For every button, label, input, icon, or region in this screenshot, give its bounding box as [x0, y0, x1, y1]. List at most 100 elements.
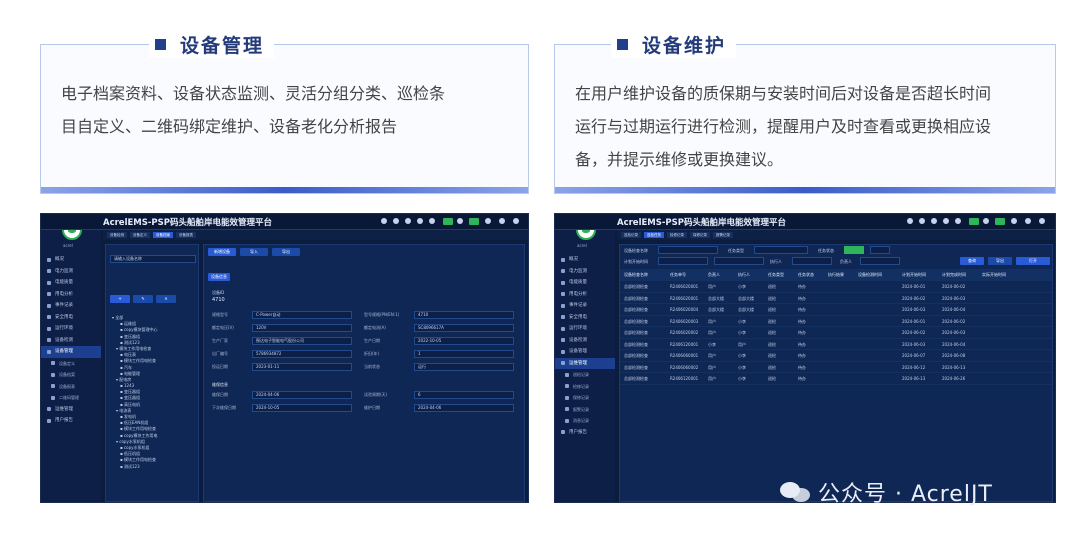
field-value[interactable]: SC8096617A: [414, 324, 514, 332]
avatar[interactable]: [1025, 218, 1031, 224]
sidebar-item[interactable]: 运行环境: [555, 323, 615, 335]
field-value[interactable]: 2023-01-11: [252, 363, 352, 371]
sidebar-item[interactable]: 电力监测: [555, 266, 615, 278]
sidebar-item[interactable]: 设备管理: [41, 346, 101, 358]
settings-icon[interactable]: [1039, 218, 1045, 224]
fullscreen-icon[interactable]: [919, 218, 925, 224]
search-input[interactable]: 请输入设备名称: [110, 255, 196, 263]
sidebar-item[interactable]: 事件记录: [555, 300, 615, 312]
sidebar-item[interactable]: 电能质量: [555, 277, 615, 289]
tab-item[interactable]: 报警记录: [713, 232, 733, 238]
field-value[interactable]: 2024-04-06: [414, 404, 514, 412]
sidebar-item[interactable]: 设备报表: [41, 381, 101, 393]
sidebar-item[interactable]: 设备定义: [41, 358, 101, 370]
edit-button[interactable]: ✎: [133, 295, 153, 303]
table-row[interactable]: 总部检测检查 R2406020004 总部大楼 总部大楼 巡检 待办 2024-06-03 2…: [620, 304, 1052, 316]
sidebar-item[interactable]: 用户报告: [41, 415, 101, 427]
table-row[interactable]: 总部检测检查 R2406060002 用户 小李 巡检 待办 2024-06-12 2024-…: [620, 362, 1052, 373]
end-date-input[interactable]: [714, 257, 764, 265]
field-value[interactable]: 120V: [252, 324, 352, 332]
sidebar-item[interactable]: 电力监测: [41, 266, 101, 278]
bell-icon[interactable]: [955, 218, 961, 224]
sidebar-item[interactable]: 用电分析: [41, 289, 101, 301]
open-button[interactable]: 打开: [1016, 257, 1050, 265]
sidebar-item[interactable]: 巡检记录: [555, 369, 615, 381]
tab-item[interactable]: 保修记录: [690, 232, 710, 238]
add-button[interactable]: +: [110, 295, 130, 303]
sound-icon[interactable]: [405, 218, 411, 224]
sidebar-item[interactable]: 设备管理: [555, 346, 615, 358]
time-icon[interactable]: [417, 218, 423, 224]
avatar[interactable]: [499, 218, 505, 224]
sidebar-item[interactable]: 设备检测: [41, 335, 101, 347]
export-button[interactable]: 导出: [272, 248, 300, 256]
delete-button[interactable]: ✕: [156, 295, 176, 303]
sidebar-item[interactable]: 检修记录: [555, 381, 615, 393]
tab-item[interactable]: 设备检测: [107, 232, 127, 238]
sidebar-item[interactable]: 运维管理: [41, 404, 101, 416]
tab-item[interactable]: 巡检记录: [621, 232, 641, 238]
shirt-icon[interactable]: [983, 218, 989, 224]
table-row[interactable]: 总部检测检查 R2406120001 小李 用户 巡检 待办 2024-06-03 2024-…: [620, 339, 1052, 350]
sidebar-item[interactable]: 报警记录: [555, 404, 615, 416]
sidebar-item[interactable]: 电能质量: [41, 277, 101, 289]
sidebar-item[interactable]: 安全用电: [41, 312, 101, 324]
status-toggle[interactable]: [844, 246, 864, 254]
field-value[interactable]: 1: [414, 350, 514, 358]
sidebar-item[interactable]: 概况: [41, 254, 101, 266]
owner-input[interactable]: [860, 257, 900, 265]
export-button[interactable]: 导出: [988, 257, 1012, 265]
field-value[interactable]: 2024-04-06: [252, 391, 352, 399]
tree-node[interactable]: ▪ 测试123: [112, 464, 198, 470]
field-value[interactable]: 5786934872: [252, 350, 352, 358]
sidebar-item[interactable]: 概况: [555, 254, 615, 266]
time-icon[interactable]: [943, 218, 949, 224]
device-name-filter[interactable]: [658, 246, 718, 254]
sidebar-item[interactable]: 安全用电: [555, 312, 615, 324]
sidebar-item[interactable]: 用户报告: [555, 427, 615, 439]
sidebar-item[interactable]: 消息记录: [555, 415, 615, 427]
field-value[interactable]: C-Power自动: [252, 311, 352, 319]
sidebar-item[interactable]: 事件记录: [41, 300, 101, 312]
fullscreen-icon[interactable]: [393, 218, 399, 224]
query-button[interactable]: 查询: [960, 257, 984, 265]
sidebar-item[interactable]: 用电分析: [555, 289, 615, 301]
field-value[interactable]: 颐达电子智能电气股份公司: [252, 337, 352, 345]
status-toggle[interactable]: [870, 246, 890, 254]
table-row[interactable]: 总部检测检查 R2406120001 用户 小李 巡检 待办 2024-06-13 2024-…: [620, 373, 1052, 385]
executor-select[interactable]: [792, 257, 832, 265]
table-row[interactable]: 总部检测检查 R2406020001 用户 小李 巡检 待办 2024-06-01 2024-…: [620, 281, 1052, 293]
sound-icon[interactable]: [931, 218, 937, 224]
table-row[interactable]: 总部检测检查 R2406060001 用户 小李 巡检 待办 2024-06-07 2024-…: [620, 350, 1052, 362]
table-row[interactable]: 总部检测检查 R2406020002 用户 小李 巡检 待办 2024-06-02 2024-…: [620, 327, 1052, 339]
sidebar-item[interactable]: 保修记录: [555, 392, 615, 404]
language-icon[interactable]: [1011, 218, 1017, 224]
tab-item[interactable]: 设备定义: [130, 232, 150, 238]
task-type-select[interactable]: [754, 246, 808, 254]
add-device-button[interactable]: 新增设备: [208, 248, 236, 256]
field-value[interactable]: 运行: [414, 363, 514, 371]
tab-item[interactable]: 设备档案: [153, 232, 173, 238]
sidebar-item[interactable]: 设备检测: [555, 335, 615, 347]
table-row[interactable]: 总部检测检查 R2406020001 总部大楼 总部大楼 巡检 待办 2024-06-02 2…: [620, 293, 1052, 304]
sidebar-item[interactable]: 运维管理: [555, 357, 615, 369]
language-icon[interactable]: [485, 218, 491, 224]
tab-item[interactable]: 检修记录: [667, 232, 687, 238]
sidebar-item[interactable]: 运行环境: [41, 323, 101, 335]
target-icon[interactable]: [381, 218, 387, 224]
table-row[interactable]: 总部检测检查 R2406020003 用户 小李 巡检 待办 2024-06-01 2024-…: [620, 316, 1052, 327]
field-value[interactable]: 2022-10-05: [414, 337, 514, 345]
import-button[interactable]: 导入: [240, 248, 268, 256]
field-value[interactable]: 2024-10-05: [252, 404, 352, 412]
tab-item[interactable]: 巡检任务: [644, 232, 664, 238]
target-icon[interactable]: [907, 218, 913, 224]
shirt-icon[interactable]: [457, 218, 463, 224]
settings-icon[interactable]: [513, 218, 519, 224]
field-value[interactable]: 6: [414, 391, 514, 399]
field-value[interactable]: 4710: [414, 311, 514, 319]
bell-icon[interactable]: [429, 218, 435, 224]
tab-basic[interactable]: 设备信息: [208, 273, 230, 281]
sidebar-item[interactable]: 二维码管理: [41, 392, 101, 404]
sidebar-item[interactable]: 设备档案: [41, 369, 101, 381]
tab-item[interactable]: 设备报表: [176, 232, 196, 238]
